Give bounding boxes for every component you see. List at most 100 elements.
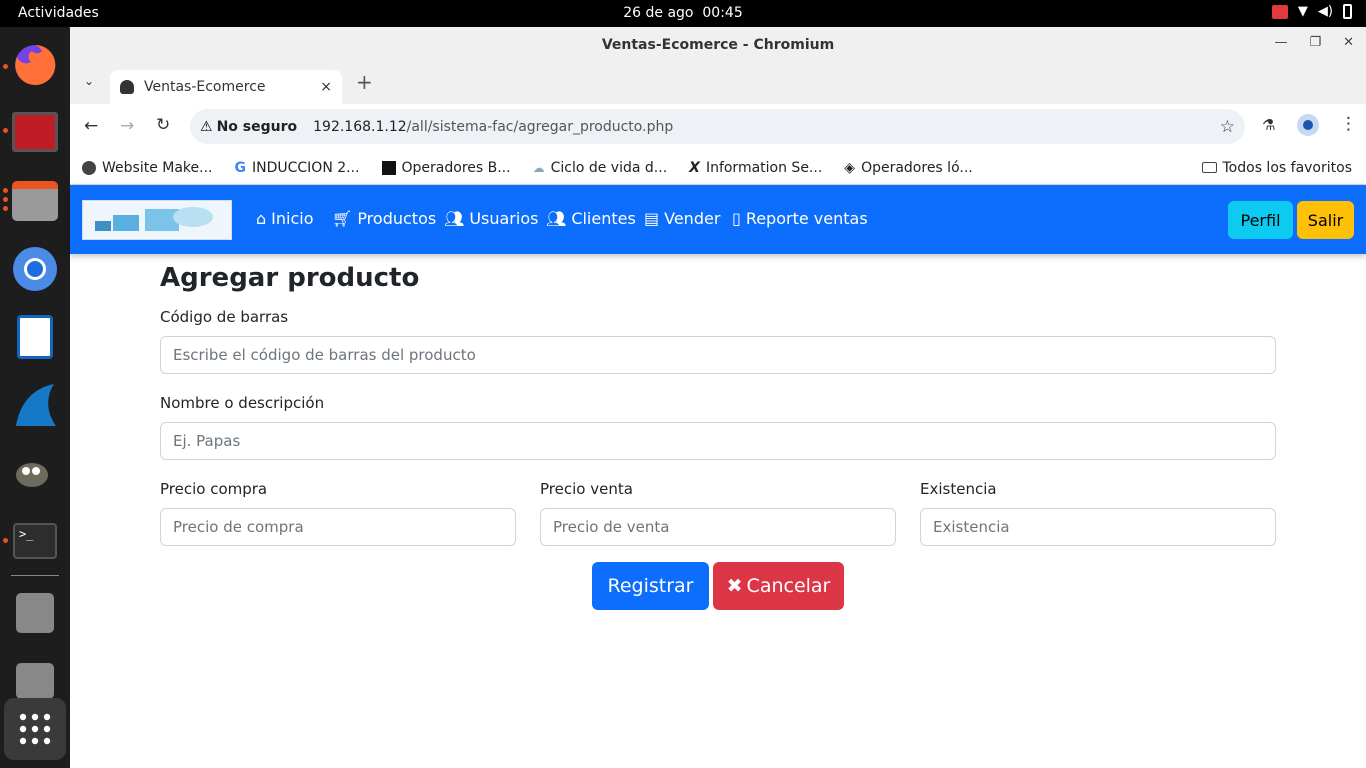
running-indicator [3,206,8,211]
cart-icon: 🛒︎ [332,209,353,228]
close-icon[interactable]: ✕ [1343,35,1354,50]
brand-logo[interactable] [82,200,232,240]
clock-date[interactable]: 26 de ago [623,5,693,21]
buy-price-label: Precio compra [160,480,268,498]
forward-icon[interactable]: → [120,116,134,136]
app-navbar: ⌂ Inicio 🛒︎ Productos 👥︎ Usuarios 👥︎ Cliente… [70,185,1366,254]
all-bookmarks-label: Todos los favoritos [1222,159,1353,176]
tab-ventas-ecomerce[interactable]: Ventas-Ecomerce × [110,70,342,104]
cloud-icon: ☁ [532,160,545,175]
warning-icon: ⚠ [200,118,213,135]
tab-title: Ventas-Ecomerce [144,79,266,95]
tab-close-icon[interactable]: × [320,79,332,95]
globe-icon [82,160,96,175]
home-icon: ⌂ [256,209,267,228]
wireshark-icon[interactable] [10,380,60,430]
url-path: /all/sistema-fac/agregar_producto.php [406,118,674,135]
new-tab-button[interactable]: + [356,70,373,94]
activities-button[interactable]: Actividades [18,5,99,21]
profile-icon[interactable] [1297,114,1319,136]
window-title: Ventas-Ecomerce - Chromium [601,37,835,53]
firefox-icon[interactable] [10,40,60,90]
bookmark-item[interactable]: Operadores B... [381,159,511,176]
bookmark-label: Website Make... [102,159,213,176]
window-title-bar[interactable]: Ventas-Ecomerce - Chromium — ❐ ✕ [70,27,1366,64]
bookmark-item[interactable]: G INDUCCION 2... [235,160,360,176]
x-icon: X [689,159,700,176]
nav-label: Clientes [571,209,636,228]
system-tray[interactable]: ▼ ◀) [1271,4,1352,19]
nav-label: Productos [357,209,437,228]
nav-label: Inicio [271,209,314,228]
screen-share-icon [1271,4,1288,19]
nav-reporte-ventas[interactable]: ▯ Reporte ventas [732,209,868,228]
files-icon[interactable] [10,176,60,226]
cancel-button[interactable]: ✖ Cancelar [713,562,844,610]
diamond-icon: ◈ [844,159,856,176]
address-bar[interactable]: ⚠ No seguro 192.168.1.12/all/sistema-fac… [190,109,1245,144]
running-indicator [3,538,8,543]
name-label: Nombre o descripción [160,394,325,412]
terminal-app-icon[interactable] [10,107,60,157]
system-top-bar: Actividades 26 de ago 00:45 ▼ ◀) [0,0,1366,27]
disk-drive-icon[interactable] [10,588,60,638]
users-icon: 👥︎ [444,209,465,228]
security-label[interactable]: No seguro [217,119,298,135]
register-button[interactable]: Registrar [592,562,709,610]
barcode-label: Código de barras [160,308,289,326]
perfil-button[interactable]: Perfil [1228,201,1293,239]
libreoffice-writer-icon[interactable] [10,312,60,362]
back-icon[interactable]: ← [84,116,98,136]
running-indicator [3,64,8,69]
buy-price-input[interactable] [160,508,516,546]
chromium-icon[interactable] [10,244,60,294]
bookmark-item[interactable]: ◈ Operadores ló... [844,160,972,176]
clock: 26 de ago 00:45 [0,5,1366,21]
ubuntu-dock: >_ [0,27,70,768]
show-apps-icon[interactable] [4,698,66,760]
folder-icon [1201,162,1217,173]
bookmarks-bar: Website Make... G INDUCCION 2... Operador… [70,151,1366,185]
stock-input[interactable] [920,508,1276,546]
nav-inicio[interactable]: ⌂ Inicio [256,209,314,228]
terminal-icon[interactable]: >_ [10,516,60,566]
name-input[interactable] [160,422,1276,460]
menu-icon[interactable]: ⋮ [1340,114,1357,134]
gimp-icon[interactable] [10,448,60,498]
all-bookmarks[interactable]: Todos los favoritos [1201,159,1353,176]
bookmark-label: Information Se... [705,159,823,176]
browser-window: Ventas-Ecomerce - Chromium — ❐ ✕ ⌄ Venta… [70,27,1366,768]
maximize-icon[interactable]: ❐ [1309,35,1321,50]
bookmark-item[interactable]: X Information Se... [689,160,822,176]
stock-label: Existencia [920,480,997,498]
running-indicator [3,128,8,133]
site-favicon-icon [120,80,134,94]
reload-icon[interactable]: ↻ [156,115,170,135]
clock-time[interactable]: 00:45 [702,5,742,21]
labs-icon[interactable]: ⚗ [1262,116,1275,134]
bookmark-item[interactable]: Website Make... [82,160,213,176]
wifi-icon: ▼ [1297,4,1308,19]
sell-price-label: Precio venta [540,480,633,498]
nav-usuarios[interactable]: 👥︎ Usuarios [444,209,538,228]
salir-button[interactable]: Salir [1297,201,1354,239]
url-host: 192.168.1.12 [313,118,407,135]
sell-price-input[interactable] [540,508,896,546]
page-title: Agregar producto [160,263,420,293]
file-icon: ▯ [732,209,741,228]
bookmark-label: Operadores B... [401,159,511,176]
nav-label: Reporte ventas [745,209,868,228]
nav-productos[interactable]: 🛒︎ Productos [332,209,436,228]
bookmark-star-icon[interactable]: ☆ [1220,117,1235,137]
tab-search-icon[interactable]: ⌄ [84,74,94,88]
nav-clientes[interactable]: 👥︎ Clientes [546,209,636,228]
bookmark-item[interactable]: ☁ Ciclo de vida d... [533,160,668,176]
tab-strip: ⌄ Ventas-Ecomerce × + [70,64,1366,104]
minimize-icon[interactable]: — [1274,35,1287,50]
bookmark-label: Operadores ló... [861,159,973,176]
running-indicator [3,188,8,193]
bookmark-label: Ciclo de vida d... [550,159,668,176]
nav-vender[interactable]: ▤ Vender [644,209,720,228]
battery-icon [1343,4,1352,19]
barcode-input[interactable] [160,336,1276,374]
